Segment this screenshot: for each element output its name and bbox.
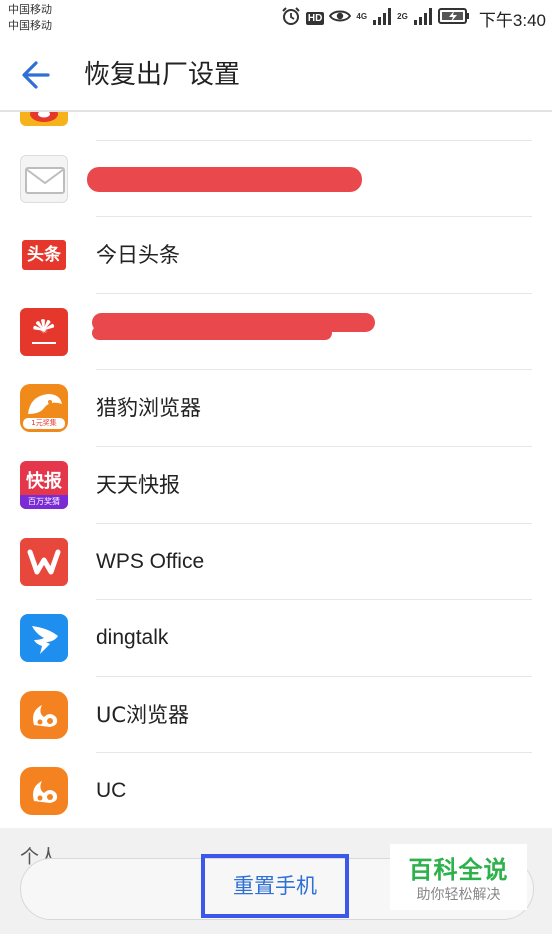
list-item	[0, 141, 552, 218]
page-title: 恢复出厂设置	[84, 60, 241, 90]
uc-browser-icon	[20, 690, 68, 739]
network-type-2g: 2G	[397, 12, 408, 21]
app-label-kuaibao: 天天快报	[96, 472, 180, 497]
cheetah-browser-icon: 1元奖集	[20, 384, 68, 433]
eye-comfort-icon	[329, 8, 352, 28]
list-item: dingtalk	[0, 600, 552, 677]
clock: 下午3:40	[478, 10, 546, 30]
toutiao-icon-text: 头条	[22, 240, 66, 271]
wps-icon	[20, 537, 68, 586]
app-label-wps: WPS Office	[96, 549, 205, 573]
battery-charging-icon	[437, 8, 470, 28]
watermark: 百科全说 助你轻松解决	[390, 844, 527, 910]
toutiao-icon: 头条	[20, 231, 68, 280]
kuaibao-badge-text: 百万奖猜	[20, 494, 68, 509]
carrier-1: 中国移动	[8, 3, 52, 16]
signal-2g-icon: 2G	[397, 7, 433, 29]
list-item: 快报 百万奖猜 天天快报	[0, 447, 552, 524]
app-label-cheetah: 猎豹浏览器	[96, 396, 201, 421]
kuaibao-icon-text: 快报	[26, 470, 62, 492]
redacted-label	[87, 166, 362, 192]
watermark-subtitle: 助你轻松解决	[416, 887, 501, 903]
app-label-uc: UC	[96, 779, 127, 803]
status-icons: HD 4G 2G 下午3:40	[281, 6, 546, 30]
app-label-uc-browser: UC浏览器	[96, 702, 190, 727]
back-button[interactable]	[18, 57, 58, 93]
carrier-2: 中国移动	[8, 19, 52, 32]
list-item: 头条 今日头条	[0, 217, 552, 294]
list-item	[0, 294, 552, 371]
mail-icon	[20, 154, 68, 203]
watermark-title: 百科全说	[408, 856, 509, 884]
back-arrow-icon	[22, 61, 50, 89]
status-bar: 中国移动 中国移动 HD 4G 2G 下午3:40	[0, 0, 552, 40]
uc-icon	[20, 767, 68, 816]
redacted-label	[92, 325, 332, 340]
cheetah-badge-text: 1元奖集	[23, 418, 65, 430]
app-label-dingtalk: dingtalk	[96, 626, 169, 650]
list-item: UC浏览器	[0, 677, 552, 754]
list-item: 1元奖集 猎豹浏览器	[0, 370, 552, 447]
list-item: WPS Office	[0, 524, 552, 601]
dingtalk-icon	[20, 614, 68, 663]
kuaibao-icon: 快报 百万奖猜	[20, 460, 68, 509]
alarm-icon	[281, 6, 301, 30]
title-bar: 恢复出厂设置	[0, 40, 552, 112]
huawei-icon	[20, 307, 68, 356]
app-label-toutiao: 今日头条	[96, 243, 180, 268]
hd-voice-icon: HD	[305, 11, 325, 25]
signal-4g-icon: 4G	[356, 7, 392, 29]
list-item: UC	[0, 753, 552, 830]
network-type-4g: 4G	[356, 12, 368, 21]
reset-phone-label[interactable]: 重置手机	[201, 854, 349, 918]
app-list: 头条 今日头条 1元奖集 猎豹浏览器 快报 百万奖猜 天天快报 WPS Offi…	[0, 64, 552, 830]
